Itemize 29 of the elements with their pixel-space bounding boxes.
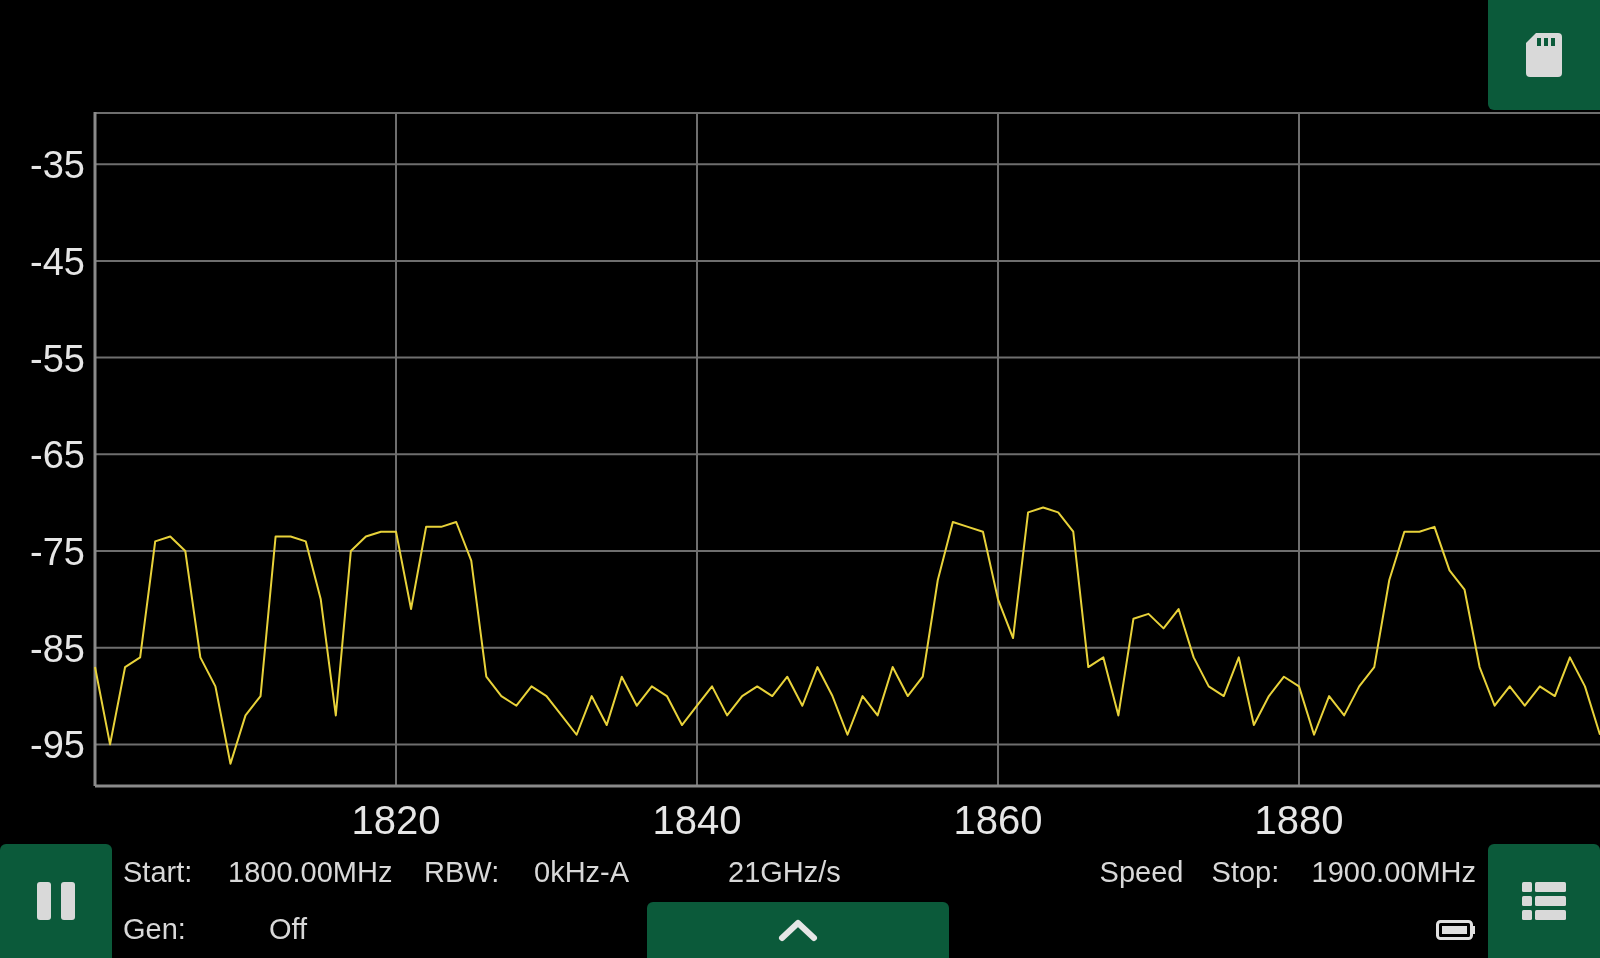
gen-label: Gen: [123,913,187,946]
rbw-label: RBW: [424,856,501,889]
axis-label: -35 [30,144,85,187]
axis-label: 1840 [652,798,742,842]
start-frequency: 1800.00MHz [228,856,394,889]
pause-icon [37,882,75,920]
axis-label: -45 [30,240,85,283]
axis-label: -65 [30,434,85,477]
speed-label: Speed [1099,856,1185,889]
axis-label: -95 [30,724,85,767]
stop-label: Stop: [1211,856,1281,889]
axis-label: 1860 [953,798,1043,842]
sd-card-button[interactable] [1488,0,1600,110]
stop-frequency: 1900.00MHz [1311,856,1476,889]
axis-label: -75 [30,531,85,573]
list-icon [1522,882,1566,920]
axis-label: -55 [30,337,85,380]
list-button[interactable] [1488,844,1600,958]
axis-label: 1880 [1254,798,1344,842]
sd-card-icon [1526,33,1562,77]
sweep-rate: 21GHz/s [728,856,841,889]
rbw-value: 0kHz-A [534,856,631,889]
gen-value: Off [269,913,309,946]
pause-button[interactable] [0,844,112,958]
axis-label: -85 [30,627,85,670]
start-label: Start: [123,856,194,889]
axis-label: 1820 [351,798,441,842]
battery-icon [1436,919,1476,940]
chevron-up-icon [778,918,818,942]
